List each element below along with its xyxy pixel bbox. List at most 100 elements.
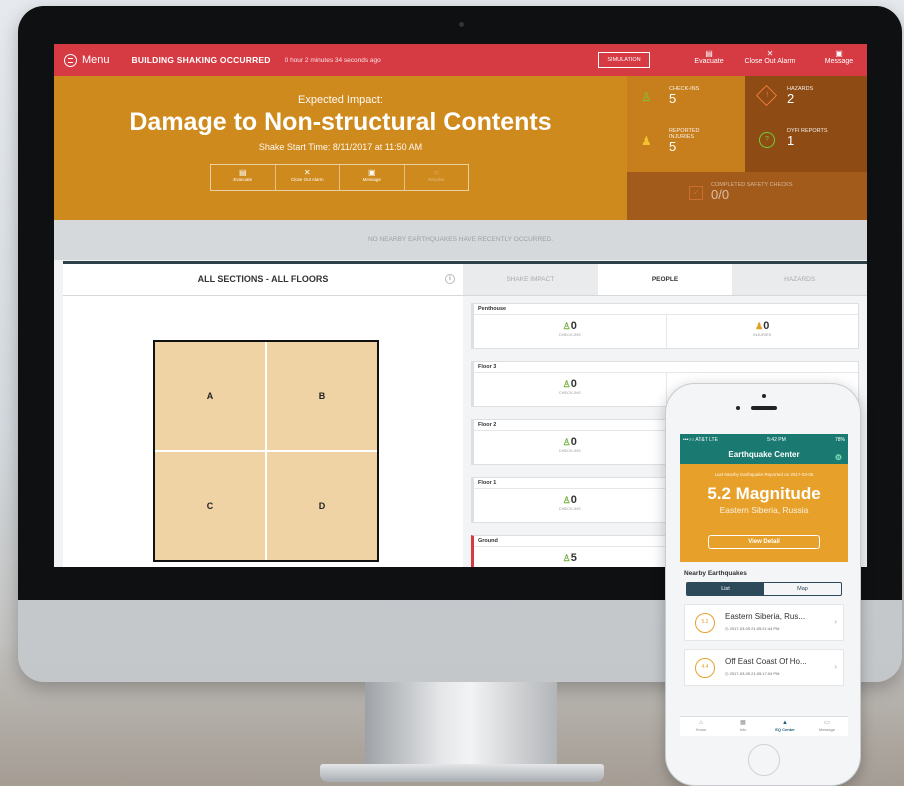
floor-checkins: 0 xyxy=(570,378,577,390)
menu-label: Menu xyxy=(82,54,110,66)
checkins-label: CHECK-INS xyxy=(669,86,700,92)
section-b[interactable]: B xyxy=(267,342,377,450)
section-d[interactable]: D xyxy=(267,452,377,560)
quake-list-item[interactable]: 5.2 Eastern Siberia, Rus... ◷ 2017-03-05… xyxy=(684,604,844,641)
dyfi-icon: ? xyxy=(759,132,775,148)
tab-people[interactable]: PEOPLE xyxy=(597,264,733,295)
alert-title: BUILDING SHAKING OCCURRED xyxy=(131,55,271,65)
floor-name: Floor 3 xyxy=(478,364,497,370)
floor-checkins: 0 xyxy=(570,320,577,332)
info-icon[interactable]: i xyxy=(445,274,455,284)
impact-headline: Damage to Non-structural Contents xyxy=(129,108,552,136)
menu-icon xyxy=(64,53,77,67)
message-icon: ▣ xyxy=(367,168,376,177)
injury-icon: ♟ xyxy=(755,321,764,331)
quake-name: Off East Coast Of Ho... xyxy=(725,657,807,666)
floor-map-panel: ALL SECTIONS - ALL FLOORS i A B C D xyxy=(63,261,463,567)
simulation-button[interactable]: SIMULATION xyxy=(598,52,650,68)
impact-resolve-label: Resolve xyxy=(428,177,445,182)
impact-message-label: Message xyxy=(362,177,381,182)
injuries-label: REPORTED INJURIES xyxy=(669,128,700,140)
tab-shake-impact[interactable]: SHAKE IMPACT xyxy=(463,264,598,295)
impact-action-bar: ▤ Evacuate ✕ Close Out Alarm ▣ Message ○ Res… xyxy=(210,164,469,191)
section-a[interactable]: A xyxy=(155,342,265,450)
menu-button[interactable]: Menu xyxy=(64,53,110,67)
impact-evacuate-button[interactable]: ▤ Evacuate xyxy=(211,165,276,190)
quake-list-item[interactable]: 4.4 Off East Coast Of Ho... ◷ 2017-03-05… xyxy=(684,649,844,686)
message-icon: ▣ xyxy=(835,49,843,58)
nav-home[interactable]: ⌂ Home xyxy=(680,717,722,736)
injuries-stat[interactable]: ♟ REPORTED INJURIES 5 xyxy=(641,128,719,154)
hazard-icon: ! xyxy=(755,84,778,107)
monitor-stand xyxy=(365,682,557,768)
nav-message[interactable]: ▭ Message xyxy=(806,717,848,736)
impact-close-alarm-button[interactable]: ✕ Close Out Alarm xyxy=(276,165,340,190)
message-label: Message xyxy=(824,58,854,65)
phone-screen: •••○○ AT&T LTE 5:42 PM 78% Earthquake Ce… xyxy=(680,434,848,736)
phone-title: Earthquake Center xyxy=(728,450,800,459)
shake-start-time: Shake Start Time: 8/11/2017 at 11:50 AM xyxy=(258,142,423,152)
monitor-camera xyxy=(459,22,464,27)
checkins-caption: CHECK-INS xyxy=(558,506,581,511)
floor-injuries: 0 xyxy=(763,320,770,332)
view-detail-button[interactable]: View Detail xyxy=(708,535,820,549)
tab-hazards[interactable]: HAZARDS xyxy=(732,264,867,295)
floor-checkins: 0 xyxy=(570,494,577,506)
injury-icon: ♟ xyxy=(641,134,652,148)
magnitude-badge: 4.4 xyxy=(695,658,715,678)
nav-eq-center[interactable]: ▲ EQ Center xyxy=(764,717,806,736)
phone-camera xyxy=(762,394,766,398)
dyfi-label: DYFI REPORTS xyxy=(787,128,828,134)
message-button[interactable]: ▣ Message xyxy=(812,49,866,65)
nav-info[interactable]: ▦ Info xyxy=(722,717,764,736)
map-tab[interactable]: Map xyxy=(764,583,841,595)
chevron-right-icon: › xyxy=(834,617,837,626)
message-icon: ▭ xyxy=(824,720,830,726)
nav-message-label: Message xyxy=(818,727,836,732)
evacuate-icon: ▤ xyxy=(705,49,713,58)
evacuate-label: Evacuate xyxy=(694,58,724,65)
list-tab[interactable]: List xyxy=(687,583,764,595)
dyfi-stat[interactable]: ? DYFI REPORTS 1 xyxy=(759,128,828,148)
injuries-caption: INJURIES xyxy=(753,332,772,337)
carrier: •••○○ AT&T LTE xyxy=(683,436,718,443)
checkin-icon: ♙ xyxy=(562,379,571,389)
hazards-value: 2 xyxy=(787,91,795,106)
quake-date-text: 2017-03-05 21:05:21:44 PM xyxy=(729,626,780,631)
list-map-toggle: List Map xyxy=(686,582,842,596)
floor-checkins: 5 xyxy=(570,552,577,564)
last-quake-label: Last Nearby Earthquake Reported on 2017-… xyxy=(714,472,814,477)
phone-home-button[interactable] xyxy=(748,744,780,776)
safety-checks-value: 0/0 xyxy=(711,187,730,202)
phone-sensor xyxy=(736,406,740,410)
checkins-value: 5 xyxy=(669,91,677,106)
evacuate-button[interactable]: ▤ Evacuate xyxy=(682,49,736,65)
phone-time: 5:42 PM xyxy=(767,436,786,443)
home-icon: ⌂ xyxy=(699,720,703,726)
detail-tabs: SHAKE IMPACT PEOPLE HAZARDS xyxy=(463,264,867,296)
checkin-icon: ♙ xyxy=(562,437,571,447)
phone-status-bar: •••○○ AT&T LTE 5:42 PM 78% xyxy=(680,434,848,445)
quake-date-text: 2017-03-05 21:05:17:04 PM xyxy=(729,671,780,676)
evacuate-icon: ▤ xyxy=(238,168,247,177)
injuries-value: 5 xyxy=(669,139,677,154)
checkin-icon: ♙ xyxy=(562,495,571,505)
close-out-alarm-button[interactable]: ✕ Close Out Alarm xyxy=(740,49,800,65)
close-out-alarm-label: Close Out Alarm xyxy=(744,58,796,65)
quake-location: Eastern Siberia, Russia xyxy=(719,505,809,515)
phone-title-bar: Earthquake Center ⚙ xyxy=(680,445,848,464)
floor-card-penthouse[interactable]: Penthouse ♙0 CHECK-INS ♟0 INJURIES xyxy=(471,303,859,349)
checkin-icon: ♙ xyxy=(562,321,571,331)
resolve-icon: ○ xyxy=(433,168,439,177)
checkins-stat[interactable]: ♙ CHECK-INS 5 xyxy=(641,86,699,106)
safety-checks-label: COMPLETED SAFETY CHECKS xyxy=(711,182,793,188)
safety-checks-stat[interactable]: ✓ COMPLETED SAFETY CHECKS 0/0 xyxy=(689,182,793,202)
expected-impact-label: Expected Impact: xyxy=(298,94,383,106)
sections-title: ALL SECTIONS - ALL FLOORS xyxy=(197,274,329,284)
phone-device: •••○○ AT&T LTE 5:42 PM 78% Earthquake Ce… xyxy=(665,383,861,786)
impact-message-button[interactable]: ▣ Message xyxy=(340,165,405,190)
impact-resolve-button[interactable]: ○ Resolve xyxy=(405,165,469,190)
section-c[interactable]: C xyxy=(155,452,265,560)
hazards-stat[interactable]: ! HAZARDS 2 xyxy=(755,84,813,107)
nearby-earthquakes-title: Nearby Earthquakes xyxy=(684,570,747,577)
